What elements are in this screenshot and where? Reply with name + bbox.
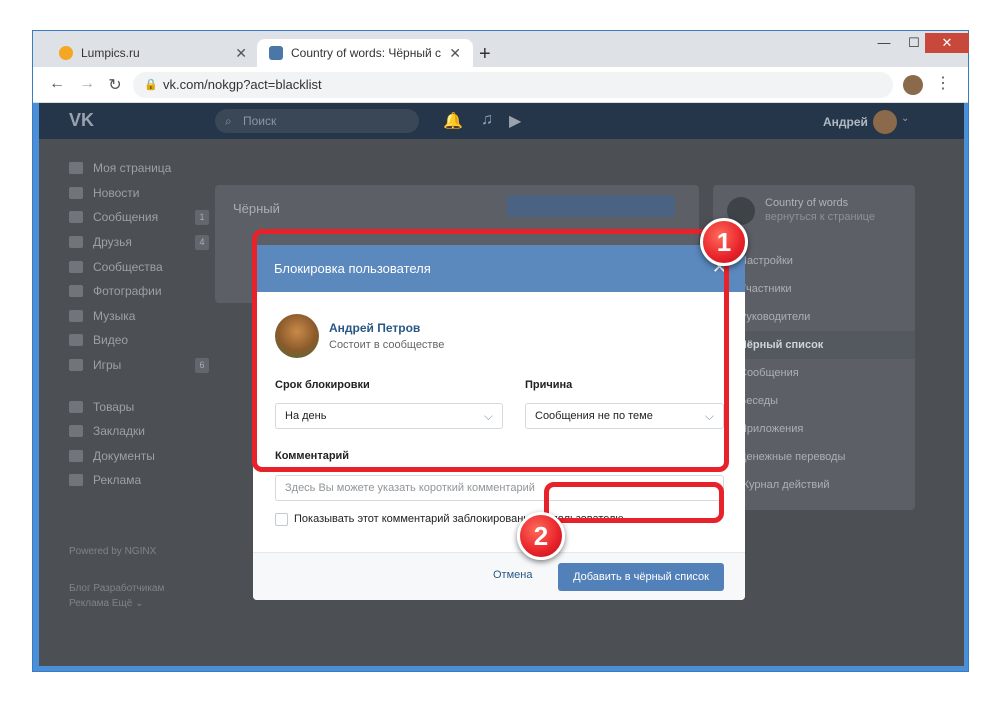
community-name: Country of words [765, 197, 849, 209]
counter-badge: 6 [195, 357, 209, 373]
menu-item-bookmarks[interactable]: Закладки [69, 419, 209, 444]
chevron-down-icon[interactable]: ⌄ [901, 113, 909, 124]
menu-label: Сообщения [93, 210, 159, 225]
menu-label: Закладки [93, 424, 145, 439]
menu-item-photos[interactable]: Фотографии [69, 279, 209, 304]
music-icon [69, 309, 83, 322]
vk-user-avatar[interactable] [873, 110, 897, 134]
powered-by: Powered by NGINX [69, 546, 157, 557]
back-arrow-icon[interactable]: ← [47, 75, 67, 93]
footer-links-row1[interactable]: Блог Разработчикам [69, 581, 164, 596]
vk-favicon-icon [269, 46, 283, 60]
play-icon[interactable]: ▶ [509, 111, 521, 131]
groups-icon [69, 260, 83, 273]
community-header[interactable]: Country of words вернуться к странице [727, 195, 907, 235]
star-icon [69, 425, 83, 438]
menu-label: Друзья [93, 235, 132, 250]
lumpics-favicon-icon [59, 46, 73, 60]
menu-label: Фотографии [93, 284, 162, 299]
url-text: vk.com/nokgp?act=blacklist [163, 77, 322, 92]
lock-icon: 🔒 [144, 79, 158, 91]
url-input[interactable]: 🔒 vk.com/nokgp?act=blacklist ☆ [133, 72, 917, 98]
menu-label: Товары [93, 399, 135, 414]
menu-label: Музыка [93, 308, 136, 323]
menu-label: Сообщества [93, 259, 163, 274]
gamepad-icon [69, 359, 83, 372]
vk-logo[interactable]: VK [69, 110, 94, 131]
video-icon [69, 334, 83, 347]
close-tab-icon[interactable]: ✕ [449, 45, 461, 62]
search-icon: ⌕ [225, 114, 232, 128]
menu-separator [69, 377, 209, 394]
chat-icon [69, 211, 83, 224]
menu-item-messages[interactable]: Сообщения 1 [69, 205, 209, 230]
left-footer: Powered by NGINX Блог Разработчикам Рекл… [69, 544, 164, 611]
camera-icon [69, 285, 83, 298]
menu-item-games[interactable]: Игры 6 [69, 353, 209, 378]
menu-item-goods[interactable]: Товары [69, 394, 209, 419]
modal-footer: Отмена Добавить в чёрный список [253, 552, 745, 600]
tab-title: Country of words: Чёрный список [291, 46, 441, 60]
document-icon [69, 449, 83, 462]
tab-vk-blacklist[interactable]: Country of words: Чёрный список ✕ [257, 39, 473, 67]
close-tab-icon[interactable]: ✕ [235, 45, 247, 62]
close-window-button[interactable]: ✕ [925, 33, 969, 53]
minimize-button[interactable]: — [869, 33, 899, 53]
menu-label: Документы [93, 448, 155, 463]
menu-item-my-page[interactable]: Моя страница [69, 156, 209, 181]
menu-label: Видео [93, 333, 129, 348]
search-placeholder: Поиск [243, 114, 277, 128]
forward-arrow-icon[interactable]: → [77, 75, 97, 93]
counter-badge: 4 [195, 234, 209, 250]
notifications-bell-icon[interactable]: 🔔 [443, 111, 463, 131]
counter-badge: 1 [195, 210, 209, 226]
menu-item-friends[interactable]: Друзья 4 [69, 230, 209, 255]
bag-icon [69, 400, 83, 413]
back-to-page-link[interactable]: вернуться к странице [765, 211, 875, 223]
vk-header: VK ⌕ Поиск 🔔 ♫ ▶ Андрей ⌄ [39, 103, 964, 139]
tab-lumpics[interactable]: Lumpics.ru ✕ [47, 39, 259, 67]
vk-search-input[interactable]: ⌕ Поиск [215, 109, 419, 133]
address-bar: ← → ↻ 🔒 vk.com/nokgp?act=blacklist ☆ ⋮ [33, 67, 968, 103]
home-icon [69, 162, 83, 175]
footer-links-row2[interactable]: Реклама Ещё ⌄ [69, 596, 164, 611]
profile-avatar[interactable] [903, 75, 923, 95]
menu-label: Реклама [93, 473, 142, 488]
friends-icon [69, 236, 83, 249]
tab-bar: Lumpics.ru ✕ Country of words: Чёрный сп… [33, 31, 969, 67]
highlight-frame-submit [544, 482, 724, 523]
menu-item-ads[interactable]: Реклама [69, 468, 209, 493]
menu-item-documents[interactable]: Документы [69, 444, 209, 469]
menu-item-music[interactable]: Музыка [69, 304, 209, 329]
news-icon [69, 186, 83, 199]
new-tab-button[interactable]: + [479, 43, 491, 66]
menu-label: Игры [93, 358, 122, 373]
reload-icon[interactable]: ↻ [105, 75, 125, 95]
left-menu: Моя страница Новости Сообщения 1 Друзья 4 … [69, 156, 209, 493]
blacklist-card-title: Чёрный [233, 201, 280, 216]
highlight-frame-form [252, 229, 729, 472]
add-to-blacklist-bg-button[interactable] [507, 195, 675, 217]
menu-label: Моя страница [93, 161, 172, 176]
music-note-icon[interactable]: ♫ [481, 111, 493, 129]
menu-item-video[interactable]: Видео [69, 328, 209, 353]
menu-item-groups[interactable]: Сообщества [69, 254, 209, 279]
menu-label: Новости [93, 185, 140, 200]
show-comment-checkbox[interactable] [275, 513, 288, 526]
add-to-blacklist-button[interactable]: Добавить в чёрный список [558, 563, 724, 591]
cancel-button[interactable]: Отмена [493, 569, 532, 581]
step-marker-2: 2 [517, 512, 565, 560]
menu-item-news[interactable]: Новости [69, 181, 209, 206]
step-marker-1: 1 [700, 218, 748, 266]
tab-title: Lumpics.ru [81, 46, 140, 60]
menu-kebab-icon[interactable]: ⋮ [935, 73, 951, 93]
megaphone-icon [69, 474, 83, 487]
vk-user-name[interactable]: Андрей [823, 115, 868, 129]
